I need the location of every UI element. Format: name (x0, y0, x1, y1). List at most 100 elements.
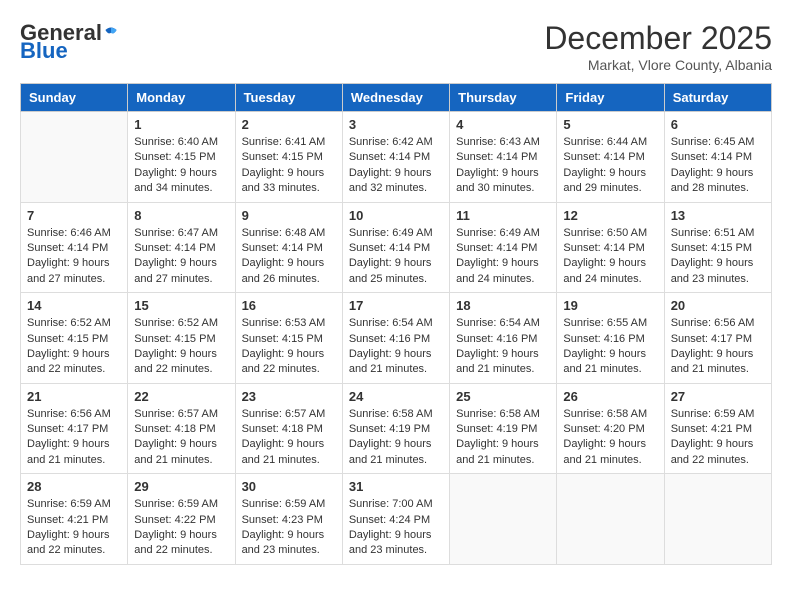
calendar-cell: 7Sunrise: 6:46 AMSunset: 4:14 PMDaylight… (21, 202, 128, 293)
day-info: Sunrise: 6:59 AMSunset: 4:23 PMDaylight:… (242, 497, 336, 559)
day-info: Sunrise: 6:56 AMSunset: 4:17 PMDaylight:… (27, 407, 121, 469)
day-info: Sunrise: 6:50 AMSunset: 4:14 PMDaylight:… (563, 226, 657, 288)
day-info: Sunrise: 6:53 AMSunset: 4:15 PMDaylight:… (242, 316, 336, 378)
calendar-cell: 26 Sunrise: 6:58 AMSunset: 4:20 PMDayligh… (557, 383, 664, 474)
day-number: 28 (27, 479, 121, 494)
page-header: General Blue December 2025 Markat, Vlore… (20, 20, 772, 73)
weekday-header-friday: Friday (557, 84, 664, 112)
day-info: Sunrise: 6:48 AMSunset: 4:14 PMDaylight:… (242, 226, 336, 288)
calendar-cell: 16 Sunrise: 6:53 AMSunset: 4:15 PMDayligh… (235, 293, 342, 384)
day-number: 2 (242, 117, 336, 132)
day-info: Sunrise: 6:41 AMSunset: 4:15 PMDaylight:… (242, 135, 336, 197)
calendar-cell: 24 Sunrise: 6:58 AMSunset: 4:19 PMDayligh… (342, 383, 449, 474)
day-info: Sunrise: 6:59 AMSunset: 4:21 PMDaylight:… (671, 407, 765, 469)
day-info: Sunrise: 6:58 AMSunset: 4:20 PMDaylight:… (563, 407, 657, 469)
day-info: Sunrise: 6:49 AMSunset: 4:14 PMDaylight:… (349, 226, 443, 288)
day-number: 25 (456, 389, 550, 404)
weekday-header-sunday: Sunday (21, 84, 128, 112)
day-number: 23 (242, 389, 336, 404)
calendar-cell: 30Sunrise: 6:59 AMSunset: 4:23 PMDayligh… (235, 474, 342, 565)
day-info: Sunrise: 6:57 AMSunset: 4:18 PMDaylight:… (242, 407, 336, 469)
weekday-header-wednesday: Wednesday (342, 84, 449, 112)
calendar-week-row: 28 Sunrise: 6:59 AMSunset: 4:21 PMDayligh… (21, 474, 772, 565)
weekday-header-saturday: Saturday (664, 84, 771, 112)
calendar-cell: 29Sunrise: 6:59 AMSunset: 4:22 PMDayligh… (128, 474, 235, 565)
calendar-cell: 28 Sunrise: 6:59 AMSunset: 4:21 PMDayligh… (21, 474, 128, 565)
calendar-cell (450, 474, 557, 565)
calendar-table: SundayMondayTuesdayWednesdayThursdayFrid… (20, 83, 772, 565)
day-number: 26 (563, 389, 657, 404)
calendar-cell: 2 Sunrise: 6:41 AMSunset: 4:15 PMDaylight… (235, 112, 342, 203)
day-number: 20 (671, 298, 765, 313)
calendar-week-row: 7Sunrise: 6:46 AMSunset: 4:14 PMDaylight… (21, 202, 772, 293)
calendar-cell (557, 474, 664, 565)
day-number: 18 (456, 298, 550, 313)
calendar-week-row: 21 Sunrise: 6:56 AMSunset: 4:17 PMDayligh… (21, 383, 772, 474)
day-number: 8 (134, 208, 228, 223)
day-info: Sunrise: 6:49 AMSunset: 4:14 PMDaylight:… (456, 226, 550, 288)
day-number: 15 (134, 298, 228, 313)
weekday-header-tuesday: Tuesday (235, 84, 342, 112)
day-number: 3 (349, 117, 443, 132)
calendar-cell: 5 Sunrise: 6:44 AMSunset: 4:14 PMDaylight… (557, 112, 664, 203)
calendar-cell: 13Sunrise: 6:51 AMSunset: 4:15 PMDayligh… (664, 202, 771, 293)
calendar-cell: 11 Sunrise: 6:49 AMSunset: 4:14 PMDayligh… (450, 202, 557, 293)
day-number: 7 (27, 208, 121, 223)
calendar-cell: 23 Sunrise: 6:57 AMSunset: 4:18 PMDayligh… (235, 383, 342, 474)
calendar-cell: 17Sunrise: 6:54 AMSunset: 4:16 PMDayligh… (342, 293, 449, 384)
day-number: 1 (134, 117, 228, 132)
day-number: 21 (27, 389, 121, 404)
day-info: Sunrise: 6:45 AMSunset: 4:14 PMDaylight:… (671, 135, 765, 197)
day-info: Sunrise: 6:58 AMSunset: 4:19 PMDaylight:… (349, 407, 443, 469)
calendar-cell: 3Sunrise: 6:42 AMSunset: 4:14 PMDaylight… (342, 112, 449, 203)
title-section: December 2025 Markat, Vlore County, Alba… (544, 20, 772, 73)
day-number: 24 (349, 389, 443, 404)
calendar-cell: 25Sunrise: 6:58 AMSunset: 4:19 PMDayligh… (450, 383, 557, 474)
day-number: 17 (349, 298, 443, 313)
day-info: Sunrise: 6:52 AMSunset: 4:15 PMDaylight:… (27, 316, 121, 378)
day-number: 31 (349, 479, 443, 494)
day-info: Sunrise: 6:47 AMSunset: 4:14 PMDaylight:… (134, 226, 228, 288)
day-number: 11 (456, 208, 550, 223)
day-info: Sunrise: 6:57 AMSunset: 4:18 PMDaylight:… (134, 407, 228, 469)
calendar-cell: 22 Sunrise: 6:57 AMSunset: 4:18 PMDayligh… (128, 383, 235, 474)
calendar-cell (21, 112, 128, 203)
day-info: Sunrise: 6:40 AMSunset: 4:15 PMDaylight:… (134, 135, 228, 197)
day-number: 6 (671, 117, 765, 132)
day-number: 22 (134, 389, 228, 404)
calendar-cell: 12Sunrise: 6:50 AMSunset: 4:14 PMDayligh… (557, 202, 664, 293)
calendar-cell: 4Sunrise: 6:43 AMSunset: 4:14 PMDaylight… (450, 112, 557, 203)
day-info: Sunrise: 6:55 AMSunset: 4:16 PMDaylight:… (563, 316, 657, 378)
calendar-cell: 20 Sunrise: 6:56 AMSunset: 4:17 PMDayligh… (664, 293, 771, 384)
calendar-cell: 6 Sunrise: 6:45 AMSunset: 4:14 PMDaylight… (664, 112, 771, 203)
calendar-cell: 27 Sunrise: 6:59 AMSunset: 4:21 PMDayligh… (664, 383, 771, 474)
day-number: 19 (563, 298, 657, 313)
day-info: Sunrise: 6:54 AMSunset: 4:16 PMDaylight:… (456, 316, 550, 378)
calendar-cell: 19 Sunrise: 6:55 AMSunset: 4:16 PMDayligh… (557, 293, 664, 384)
logo-blue-text: Blue (20, 38, 68, 64)
calendar-week-row: 1 Sunrise: 6:40 AMSunset: 4:15 PMDaylight… (21, 112, 772, 203)
day-info: Sunrise: 7:00 AMSunset: 4:24 PMDaylight:… (349, 497, 443, 559)
day-number: 10 (349, 208, 443, 223)
day-number: 9 (242, 208, 336, 223)
day-number: 5 (563, 117, 657, 132)
calendar-cell: 1 Sunrise: 6:40 AMSunset: 4:15 PMDaylight… (128, 112, 235, 203)
day-info: Sunrise: 6:59 AMSunset: 4:22 PMDaylight:… (134, 497, 228, 559)
calendar-cell (664, 474, 771, 565)
calendar-cell: 8 Sunrise: 6:47 AMSunset: 4:14 PMDaylight… (128, 202, 235, 293)
calendar-week-row: 14 Sunrise: 6:52 AMSunset: 4:15 PMDayligh… (21, 293, 772, 384)
day-info: Sunrise: 6:59 AMSunset: 4:21 PMDaylight:… (27, 497, 121, 559)
logo: General Blue (20, 20, 118, 64)
calendar-cell: 9 Sunrise: 6:48 AMSunset: 4:14 PMDaylight… (235, 202, 342, 293)
day-number: 14 (27, 298, 121, 313)
day-number: 16 (242, 298, 336, 313)
month-title: December 2025 (544, 20, 772, 57)
calendar-header-row: SundayMondayTuesdayWednesdayThursdayFrid… (21, 84, 772, 112)
day-number: 13 (671, 208, 765, 223)
calendar-cell: 31 Sunrise: 7:00 AMSunset: 4:24 PMDayligh… (342, 474, 449, 565)
day-number: 27 (671, 389, 765, 404)
day-info: Sunrise: 6:56 AMSunset: 4:17 PMDaylight:… (671, 316, 765, 378)
calendar-cell: 18 Sunrise: 6:54 AMSunset: 4:16 PMDayligh… (450, 293, 557, 384)
day-info: Sunrise: 6:52 AMSunset: 4:15 PMDaylight:… (134, 316, 228, 378)
day-info: Sunrise: 6:44 AMSunset: 4:14 PMDaylight:… (563, 135, 657, 197)
